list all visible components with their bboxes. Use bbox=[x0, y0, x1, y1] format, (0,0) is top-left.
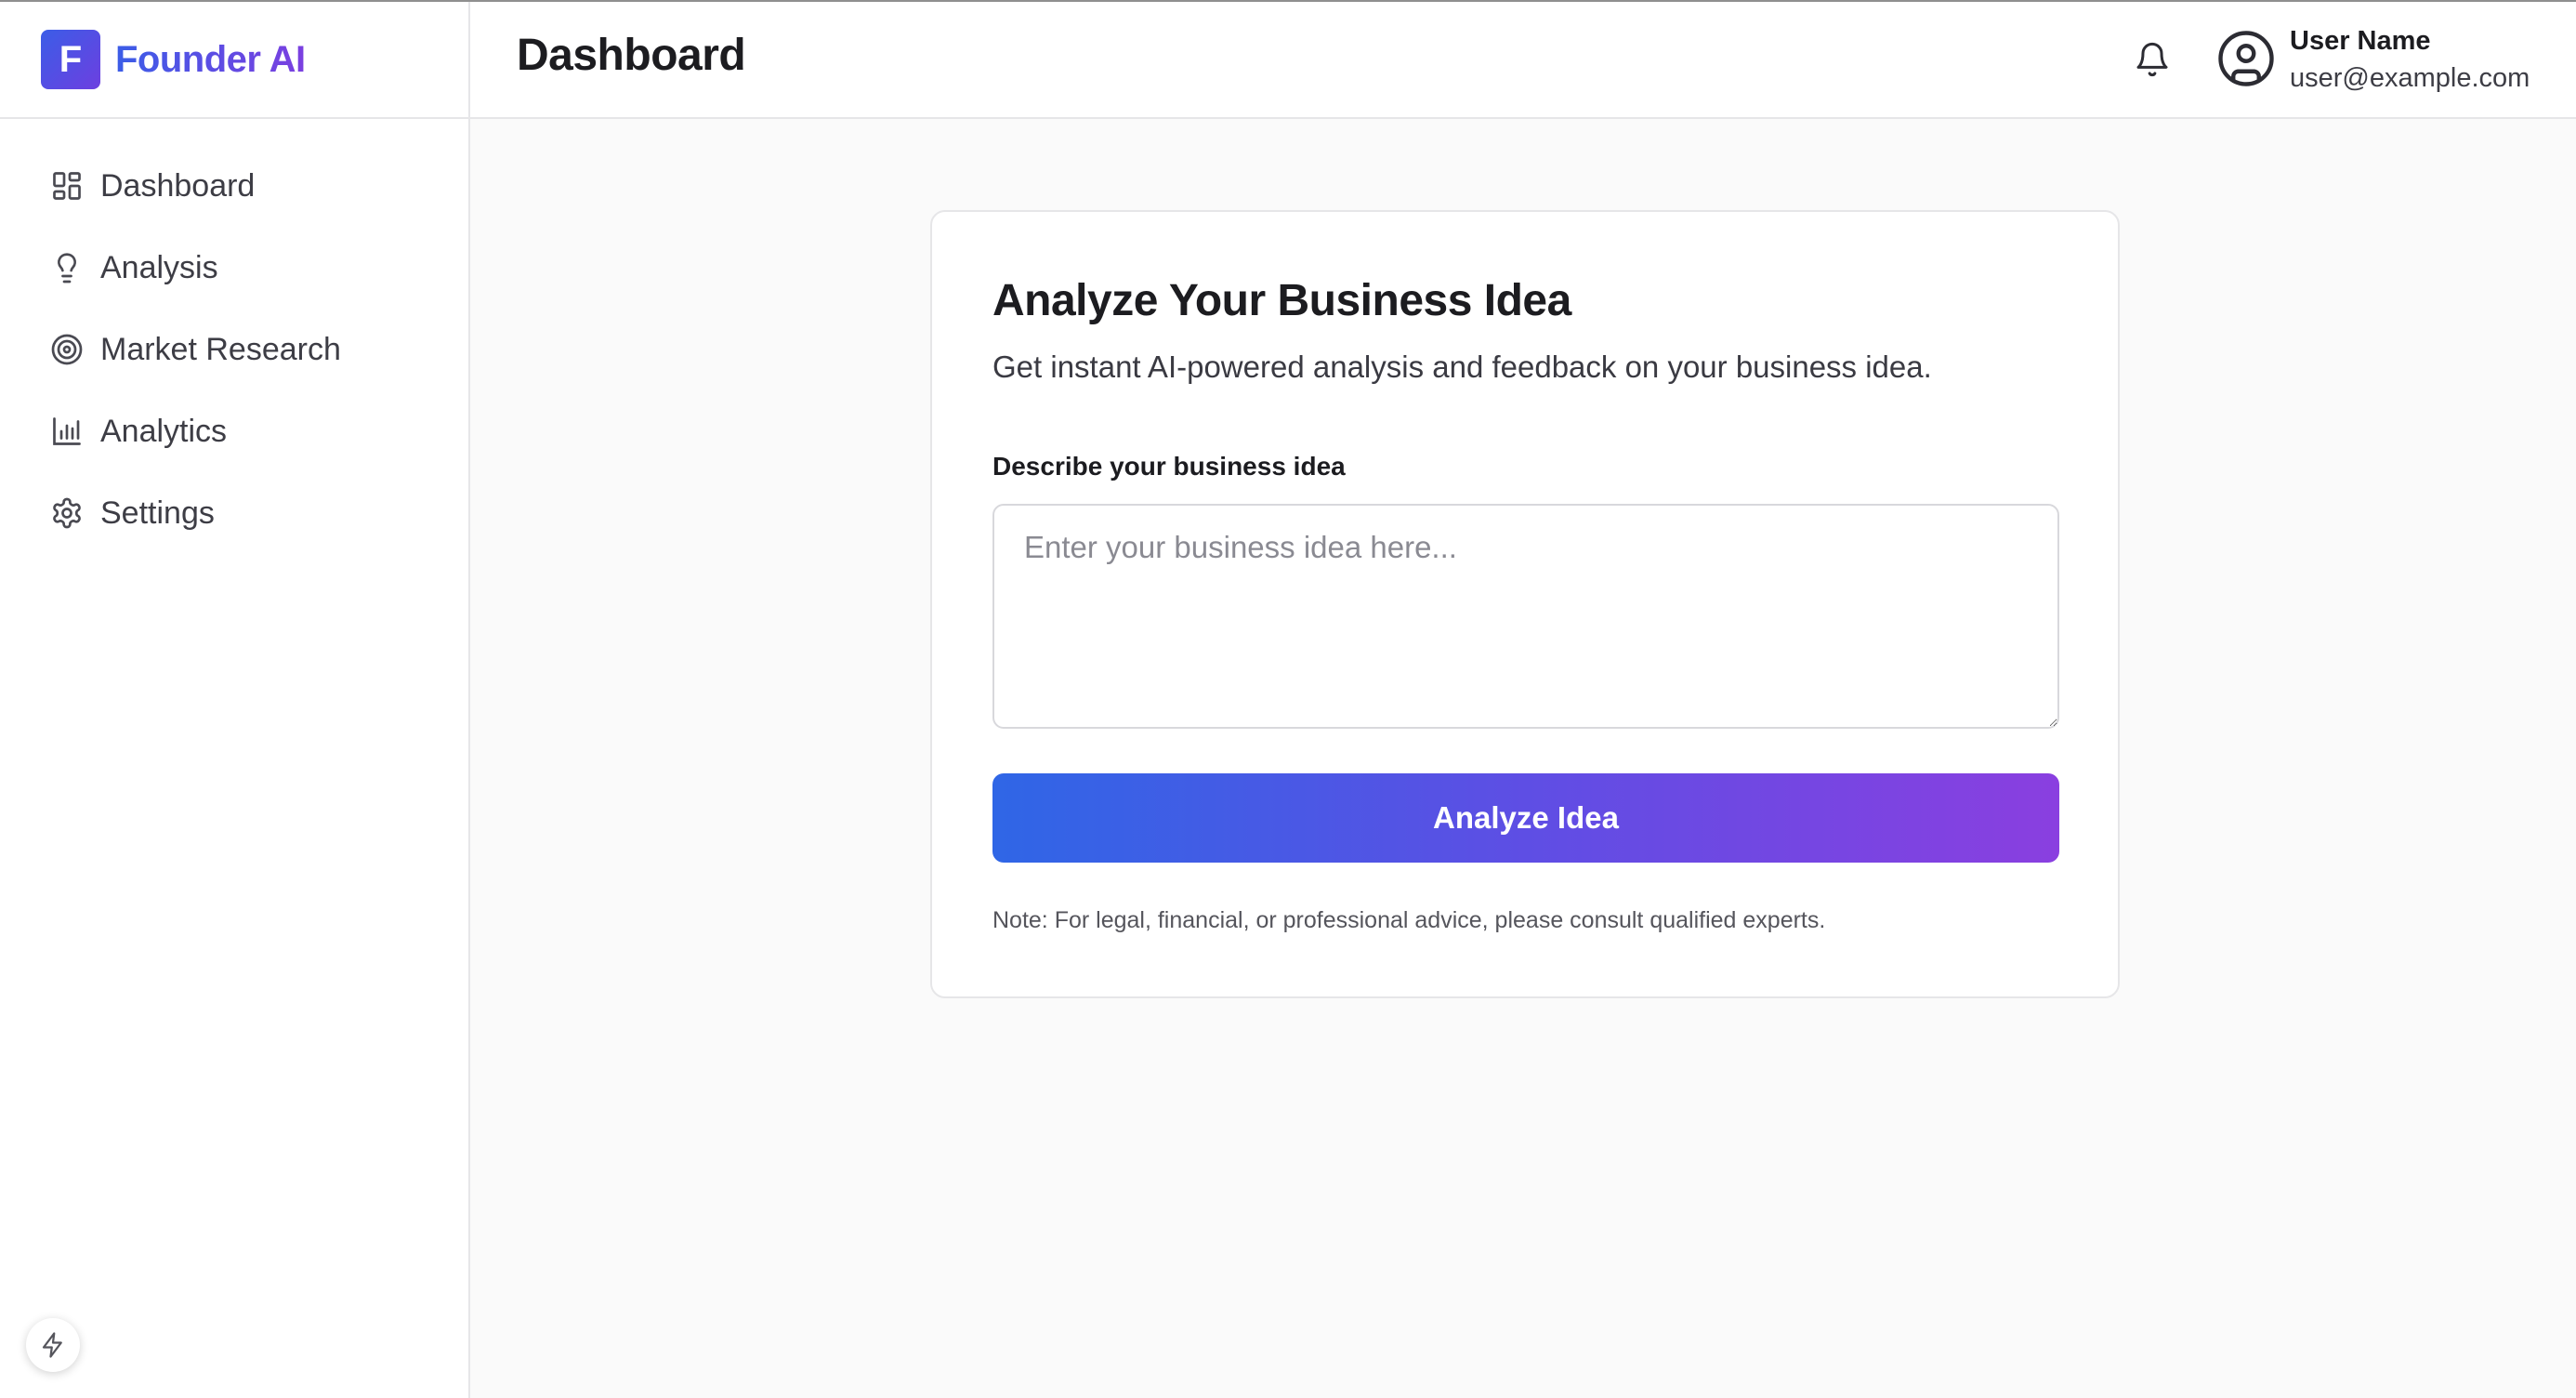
gear-icon bbox=[48, 495, 85, 532]
analyze-idea-button[interactable]: Analyze Idea bbox=[992, 773, 2059, 863]
sidebar-item-label: Analysis bbox=[100, 249, 218, 285]
business-idea-input[interactable] bbox=[992, 504, 2059, 729]
sidebar-item-analytics[interactable]: Analytics bbox=[0, 390, 468, 472]
page-title: Dashboard bbox=[517, 31, 746, 80]
disclaimer-note: Note: For legal, financial, or professio… bbox=[992, 907, 1826, 933]
sidebar-item-label: Analytics bbox=[100, 413, 228, 449]
sidebar-item-label: Dashboard bbox=[100, 167, 256, 204]
top-header: Dashboard User Name user@example.com bbox=[470, 2, 2576, 119]
user-name: User Name bbox=[2290, 26, 2431, 56]
target-icon bbox=[48, 331, 85, 368]
sidebar: F Founder AI Dashboard Analysis Market R… bbox=[0, 2, 470, 1398]
idea-field-label: Describe your business idea bbox=[992, 452, 1346, 481]
sidebar-item-label: Market Research bbox=[100, 331, 341, 367]
brand-logo: F bbox=[41, 30, 100, 89]
analyze-idea-card: Analyze Your Business Idea Get instant A… bbox=[930, 210, 2120, 998]
bar-chart-icon bbox=[48, 413, 85, 450]
grid-icon bbox=[48, 167, 85, 204]
quick-action-button[interactable] bbox=[26, 1318, 80, 1372]
user-avatar[interactable] bbox=[2215, 28, 2277, 89]
user-circle-icon bbox=[2215, 28, 2277, 89]
sidebar-item-analysis[interactable]: Analysis bbox=[0, 227, 468, 309]
brand-name: Founder AI bbox=[115, 38, 306, 80]
brand[interactable]: F Founder AI bbox=[0, 2, 468, 119]
card-subtitle: Get instant AI-powered analysis and feed… bbox=[992, 350, 1932, 384]
sidebar-item-dashboard[interactable]: Dashboard bbox=[0, 145, 468, 227]
sidebar-item-settings[interactable]: Settings bbox=[0, 472, 468, 554]
sidebar-nav: Dashboard Analysis Market Research Analy… bbox=[0, 119, 468, 554]
sidebar-item-label: Settings bbox=[100, 495, 215, 531]
lightbulb-icon bbox=[48, 249, 85, 286]
lightning-icon bbox=[39, 1331, 67, 1359]
sidebar-item-market-research[interactable]: Market Research bbox=[0, 309, 468, 390]
user-email: user@example.com bbox=[2290, 63, 2530, 93]
notifications-button[interactable] bbox=[2132, 39, 2173, 80]
card-title: Analyze Your Business Idea bbox=[992, 276, 1571, 325]
bell-icon bbox=[2134, 41, 2171, 78]
